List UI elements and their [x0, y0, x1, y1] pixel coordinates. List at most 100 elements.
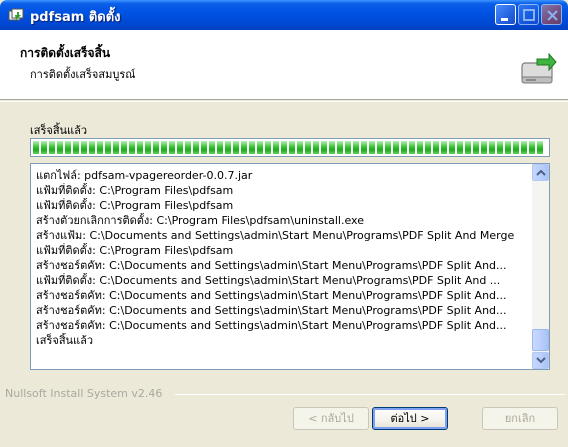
- progress-block: [137, 141, 143, 154]
- progress-block: [313, 141, 319, 154]
- progress-block: [265, 141, 271, 154]
- progress-block: [329, 141, 335, 154]
- progress-block: [433, 141, 439, 154]
- details-line: สร้างตัวยกเลิกการติดตั้ง: C:\Program Fil…: [36, 214, 364, 227]
- details-line: สร้างชอร์ตคัท: C:\Documents and Settings…: [36, 259, 507, 272]
- progress-block: [161, 141, 167, 154]
- window-title: pdfsam ติดตั้ง: [30, 10, 121, 25]
- progress-block: [121, 141, 127, 154]
- progress-block: [473, 141, 479, 154]
- progress-block: [193, 141, 199, 154]
- close-button[interactable]: [541, 4, 562, 25]
- header-divider: [0, 101, 568, 102]
- progress-block: [105, 141, 111, 154]
- progress-block: [337, 141, 343, 154]
- progress-block: [177, 141, 183, 154]
- status-label: เสร็จสิ้นแล้ว: [30, 124, 88, 137]
- details-line: แฟ้มที่ติดตั้ง: C:\Program Files\pdfsam: [36, 244, 234, 257]
- progress-block: [233, 141, 239, 154]
- progress-block: [169, 141, 175, 154]
- progress-block: [481, 141, 487, 154]
- back-button[interactable]: < กลับไป: [293, 407, 369, 430]
- progress-block: [89, 141, 95, 154]
- maximize-button[interactable]: [518, 4, 539, 25]
- progress-bar: [30, 138, 550, 157]
- progress-block: [257, 141, 263, 154]
- scroll-down-button[interactable]: [532, 352, 549, 369]
- details-lines: แตกไฟล์: pdfsam-vpagereorder-0.0.7.jar แฟ…: [36, 168, 531, 348]
- details-line: แฟ้มที่ติดตั้ง: C:\Program Files\pdfsam: [36, 184, 234, 197]
- progress-block: [465, 141, 471, 154]
- progress-block: [521, 141, 527, 154]
- progress-block: [185, 141, 191, 154]
- vertical-scrollbar[interactable]: [532, 164, 549, 369]
- cancel-button[interactable]: ยกเลิก: [482, 407, 558, 430]
- details-line: สร้างแฟ้ม: C:\Documents and Settings\adm…: [36, 229, 515, 242]
- progress-block: [441, 141, 447, 154]
- title-bar[interactable]: pdfsam ติดตั้ง: [0, 0, 568, 30]
- chevron-up-icon: [536, 169, 546, 176]
- maximize-icon: [523, 9, 535, 21]
- progress-block: [505, 141, 511, 154]
- progress-block: [273, 141, 279, 154]
- progress-block: [129, 141, 135, 154]
- scroll-thumb[interactable]: [532, 329, 549, 351]
- progress-block: [409, 141, 415, 154]
- details-line: สร้างชอร์ตคัท: C:\Documents and Settings…: [36, 289, 507, 302]
- progress-block: [225, 141, 231, 154]
- progress-block: [401, 141, 407, 154]
- progress-block: [217, 141, 223, 154]
- progress-block: [321, 141, 327, 154]
- progress-block: [33, 141, 39, 154]
- progress-block: [41, 141, 47, 154]
- branding-text: Nullsoft Install System v2.46: [5, 387, 163, 400]
- progress-block: [425, 141, 431, 154]
- progress-block: [497, 141, 503, 154]
- progress-block: [377, 141, 383, 154]
- install-details-list[interactable]: แตกไฟล์: pdfsam-vpagereorder-0.0.7.jar แฟ…: [30, 163, 550, 370]
- close-icon: [547, 10, 558, 21]
- progress-block: [449, 141, 455, 154]
- progress-block: [65, 141, 71, 154]
- progress-block: [145, 141, 151, 154]
- footer-divider: [175, 394, 565, 395]
- progress-block: [97, 141, 103, 154]
- progress-block: [73, 141, 79, 154]
- progress-block: [457, 141, 463, 154]
- installer-complete-icon: [519, 52, 557, 89]
- progress-block: [209, 141, 215, 154]
- progress-block: [113, 141, 119, 154]
- page-title: การติดตั้งเสร็จสิ้น: [20, 46, 111, 60]
- progress-block: [393, 141, 399, 154]
- details-line: เสร็จสิ้นแล้ว: [36, 334, 94, 347]
- progress-block: [49, 141, 55, 154]
- progress-block: [81, 141, 87, 154]
- details-line: สร้างชอร์ตคัท: C:\Documents and Settings…: [36, 319, 507, 332]
- progress-block: [153, 141, 159, 154]
- progress-block: [281, 141, 287, 154]
- details-line: แฟ้มที่ติดตั้ง: C:\Documents and Setting…: [36, 274, 501, 287]
- page-subtitle: การติดตั้งเสร็จสมบูรณ์: [30, 68, 136, 81]
- chevron-down-icon: [536, 357, 546, 364]
- details-line: แฟ้มที่ติดตั้ง: C:\Program Files\pdfsam: [36, 199, 234, 212]
- progress-block: [57, 141, 63, 154]
- next-button[interactable]: ต่อไป >: [372, 407, 448, 430]
- progress-block: [353, 141, 359, 154]
- progress-block: [305, 141, 311, 154]
- progress-block: [529, 141, 535, 154]
- progress-block: [489, 141, 495, 154]
- progress-block: [417, 141, 423, 154]
- progress-block: [249, 141, 255, 154]
- progress-block: [369, 141, 375, 154]
- progress-block: [201, 141, 207, 154]
- header-panel: การติดตั้งเสร็จสิ้น การติดตั้งเสร็จสมบูร…: [0, 30, 568, 100]
- minimize-icon: [501, 18, 508, 21]
- details-line: สร้างชอร์ตคัท: C:\Documents and Settings…: [36, 304, 507, 317]
- progress-block: [289, 141, 295, 154]
- progress-block: [513, 141, 519, 154]
- scroll-up-button[interactable]: [532, 164, 549, 181]
- progress-block: [361, 141, 367, 154]
- details-line: แตกไฟล์: pdfsam-vpagereorder-0.0.7.jar: [36, 169, 253, 182]
- progress-block: [385, 141, 391, 154]
- minimize-button[interactable]: [495, 4, 516, 25]
